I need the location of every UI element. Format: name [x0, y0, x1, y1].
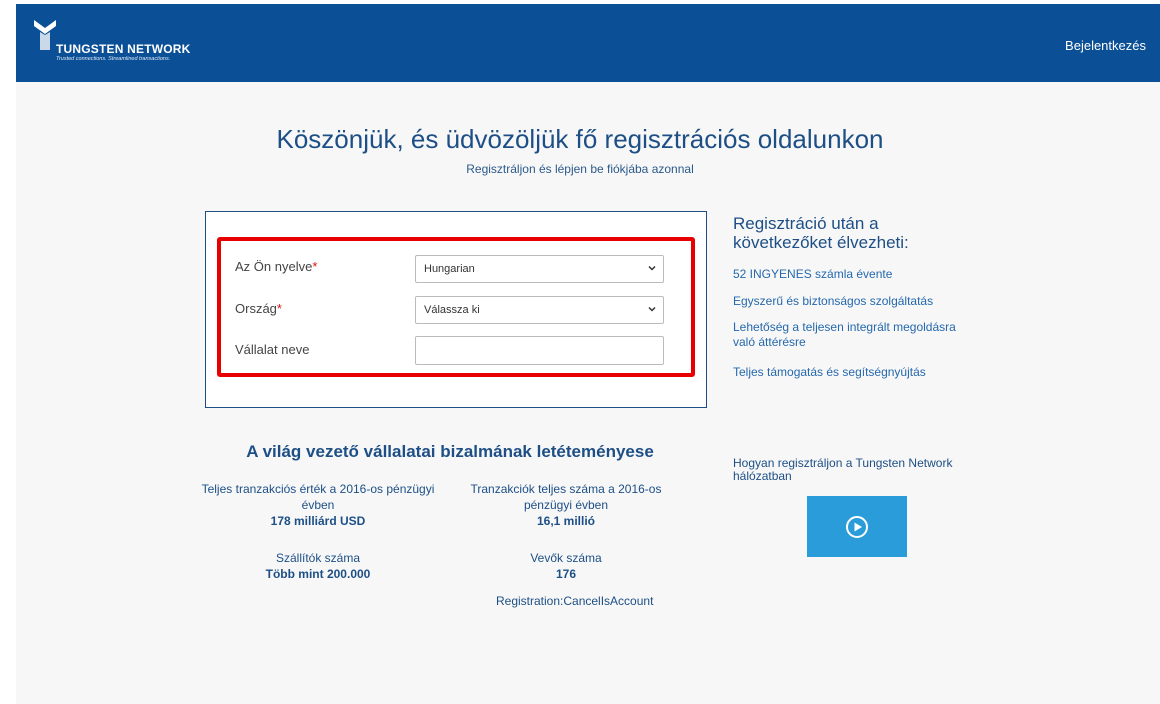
stat-total-transaction-value: Teljes tranzakciós érték a 2016-os pénzü… [185, 481, 451, 529]
benefit-item: Teljes támogatás és segítségnyújtás [733, 365, 926, 379]
benefits-title: Regisztráció után a következőket élvezhe… [733, 214, 909, 252]
video-title: Hogyan regisztráljon a Tungsten Network … [733, 456, 953, 483]
tungsten-logo-icon [34, 20, 56, 50]
highlight-box [217, 237, 695, 377]
benefit-item: 52 INGYENES számla évente [733, 267, 893, 281]
stat-total-transactions: Tranzakciók teljes száma a 2016-os pénzü… [466, 481, 666, 529]
benefit-item: Egyszerű és biztonságos szolgáltatás [733, 294, 934, 308]
stat-label: Vevők száma [530, 551, 602, 565]
stat-value: 16,1 millió [536, 514, 596, 528]
registration-status-text: Registration:CancelIsAccount [496, 594, 654, 608]
stat-value: Több mint 200.000 [265, 567, 371, 581]
play-icon [846, 516, 868, 538]
video-play-button[interactable] [807, 496, 907, 557]
brand-name: TUNGSTEN NETWORK [56, 42, 191, 56]
benefit-item: Lehetőség a teljesen integrált megoldásr… [733, 320, 956, 349]
stat-label: Teljes tranzakciós érték a 2016-os pénzü… [201, 482, 435, 512]
stat-value: 178 milliárd USD [270, 514, 366, 528]
stat-value: 176 [555, 567, 577, 581]
stat-suppliers: Szállítók száma Több mint 200.000 [185, 550, 451, 582]
login-link[interactable]: Bejelentkezés [1065, 38, 1146, 53]
page-title: Köszönjük, és üdvözöljük fő regisztráció… [276, 124, 884, 154]
stat-buyers: Vevők száma 176 [466, 550, 666, 582]
tungsten-logo[interactable]: TUNGSTEN NETWORK Trusted connections. St… [34, 20, 234, 70]
brand-tagline: Trusted connections. Streamlined transac… [56, 56, 171, 62]
page-subtitle: Regisztráljon és lépjen be fiókjába azon… [466, 162, 694, 176]
trust-title: A világ vezető vállalatai bizalmának let… [246, 442, 654, 461]
stat-label: Tranzakciók teljes száma a 2016-os pénzü… [470, 482, 662, 512]
top-navigation-bar: TUNGSTEN NETWORK Trusted connections. St… [16, 4, 1160, 82]
stat-label: Szállítók száma [275, 551, 361, 565]
